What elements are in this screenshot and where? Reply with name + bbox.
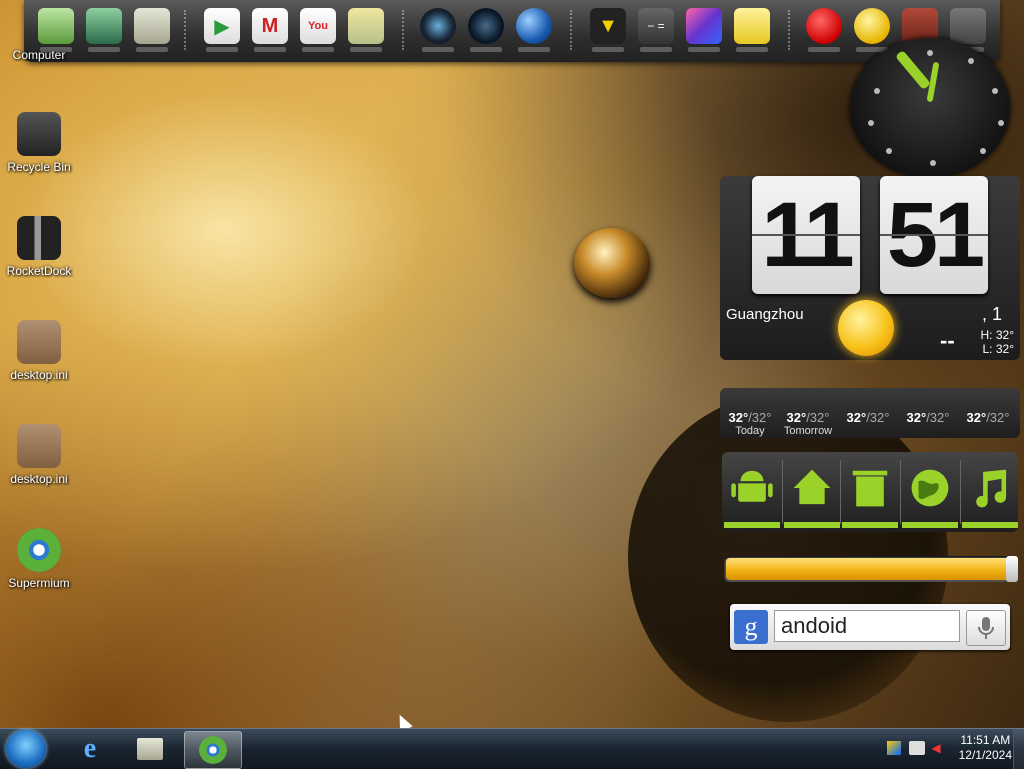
search-input[interactable]: [774, 610, 960, 642]
desktop-icon-desktop-ini[interactable]: desktop.ini: [4, 320, 74, 382]
high-temp: H: 32°: [980, 328, 1014, 342]
flip-clock-weather-widget[interactable]: 11 51 Guangzhou , 1 -- H: 32° L: 32°: [720, 176, 1020, 360]
google-logo-icon[interactable]: g: [734, 610, 768, 644]
desktop-icon-label: Computer: [12, 48, 66, 62]
desktop-icon-label: RocketDock: [6, 264, 72, 278]
desktop-icon-label: desktop.ini: [10, 368, 68, 382]
clock-time: 11:51 AM: [960, 733, 1011, 747]
forecast-strip[interactable]: 32°/32° Today 32°/32° Tomorrow 32°/32° 32°…: [720, 388, 1020, 438]
forecast-day: 32°/32° Today: [728, 410, 772, 437]
sun-icon: [838, 300, 894, 356]
media-icon[interactable]: ▼: [590, 8, 626, 52]
rocketdock-bar: ▶ M You ▼ − =: [24, 0, 1000, 62]
forecast-day: 32°/32°: [846, 410, 890, 425]
analog-clock-widget: [850, 38, 1010, 178]
weather-city: Guangzhou: [726, 306, 804, 323]
dock-separator: [788, 10, 792, 50]
computer-icon[interactable]: [38, 8, 74, 52]
android-icon[interactable]: [724, 456, 780, 528]
clock-date: 12/1/2024: [958, 748, 1012, 762]
dock-separator: [402, 10, 406, 50]
desktop-icon-supermium[interactable]: Supermium: [4, 528, 74, 590]
forecast-day: 32°/32° Tomorrow: [783, 410, 833, 437]
weather-icon[interactable]: [854, 8, 890, 52]
config-file-icon: [17, 424, 61, 468]
low-temp: L: 32°: [982, 342, 1015, 356]
start-button[interactable]: [6, 730, 46, 768]
current-temperature: --: [940, 328, 955, 353]
internet-explorer-icon[interactable]: e: [62, 731, 118, 767]
taskbar-clock[interactable]: 11:51 AM 12/1/2024: [959, 733, 1012, 763]
recycle-bin-icon: [17, 112, 61, 156]
battery-level-bar: [724, 556, 1018, 582]
browser-icon: [17, 528, 61, 572]
desktop-icon-computer[interactable]: Computer: [4, 44, 74, 62]
google-search-widget: g: [730, 604, 1010, 650]
notes-icon[interactable]: [734, 8, 770, 52]
clock-hour: 11: [752, 176, 860, 294]
music-icon[interactable]: [962, 456, 1018, 528]
microphone-icon[interactable]: [966, 610, 1006, 646]
hi-lo-temperature: H: 32° L: 32°: [981, 328, 1014, 356]
desktop-icon-rocketdock[interactable]: RocketDock: [4, 216, 74, 278]
android-folder-icon[interactable]: [134, 8, 170, 52]
globe-icon[interactable]: [902, 456, 958, 528]
shortcut-bar: [722, 452, 1018, 532]
decorative-orb: [574, 228, 650, 298]
forecast-day: 32°/32°: [906, 410, 950, 425]
battery-knob: [1006, 556, 1018, 582]
taskbar: e ◀ 11:51 AM 12/1/2024: [0, 728, 1024, 769]
desktop-icon-recycle-bin[interactable]: Recycle Bin: [4, 112, 74, 174]
network-icon[interactable]: [86, 8, 122, 52]
globe-icon[interactable]: [516, 8, 552, 52]
gmail-icon[interactable]: M: [252, 8, 288, 52]
weather-date: , 1: [981, 304, 1002, 324]
youtube-icon[interactable]: You: [300, 8, 336, 52]
trash-icon[interactable]: [950, 8, 986, 52]
rocketdock-icon: [17, 216, 61, 260]
desktop-icon-desktop-ini[interactable]: desktop.ini: [4, 424, 74, 486]
tray-app-icon[interactable]: [887, 741, 902, 755]
play-store-icon[interactable]: ▶: [204, 8, 240, 52]
angry-birds-icon[interactable]: [806, 8, 842, 52]
camera-icon[interactable]: [420, 8, 456, 52]
forecast-day: 32°/32°: [966, 410, 1010, 425]
show-desktop-button[interactable]: [1013, 729, 1024, 769]
battery-fill: [726, 558, 1015, 580]
desktop-icon-label: desktop.ini: [10, 472, 68, 486]
android-folder-icon[interactable]: [122, 731, 178, 767]
desktop-icon-label: Supermium: [8, 576, 70, 590]
dock-separator: [570, 10, 574, 50]
dock-separator: [184, 10, 188, 50]
desktop-icon-label: Recycle Bin: [7, 160, 71, 174]
home-icon[interactable]: [784, 456, 840, 528]
browser-icon[interactable]: [184, 731, 242, 769]
network-icon[interactable]: [909, 741, 926, 755]
system-tray: ◀ 11:51 AM 12/1/2024: [887, 733, 1012, 763]
gallery-icon[interactable]: [686, 8, 722, 52]
volume-icon[interactable]: ◀: [931, 741, 940, 755]
config-file-icon: [17, 320, 61, 364]
clock-minute: 51: [880, 176, 988, 294]
maps-icon[interactable]: [348, 8, 384, 52]
trash-icon[interactable]: [842, 456, 898, 528]
speaker-icon[interactable]: [468, 8, 504, 52]
calculator-icon[interactable]: − =: [638, 8, 674, 52]
